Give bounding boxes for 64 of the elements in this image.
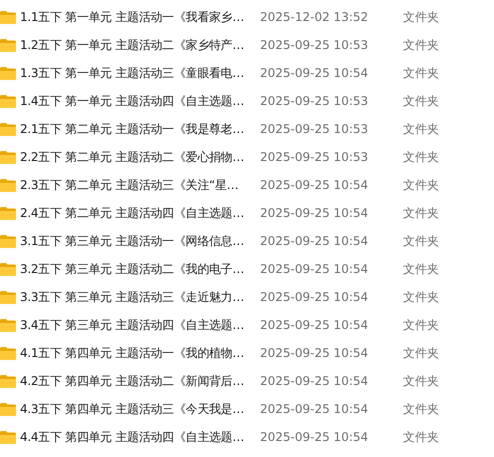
folder-icon — [0, 206, 16, 220]
folder-icon — [0, 346, 16, 360]
file-type: 文件夹 — [403, 204, 440, 222]
modified-date: 2025-09-25 10:54 — [260, 346, 370, 360]
folder-name[interactable]: 3.4五下 第三单元 主题活动四《自主选题… — [20, 316, 260, 334]
modified-date: 2025-09-25 10:54 — [260, 290, 370, 304]
file-type: 文件夹 — [403, 288, 440, 306]
file-type: 文件夹 — [403, 428, 440, 446]
file-type: 文件夹 — [403, 232, 440, 250]
folder-name[interactable]: 3.2五下 第三单元 主题活动二《我的电子… — [20, 260, 260, 278]
modified-date: 2025-09-25 10:54 — [260, 262, 370, 276]
file-type: 文件夹 — [403, 344, 440, 362]
file-type: 文件夹 — [403, 400, 440, 418]
file-type: 文件夹 — [403, 260, 440, 278]
folder-name[interactable]: 1.4五下 第一单元 主题活动四《自主选题… — [20, 92, 260, 110]
folder-name[interactable]: 1.3五下 第一单元 主题活动三《童眼看电… — [20, 64, 260, 82]
modified-date: 2025-09-25 10:54 — [260, 430, 370, 444]
file-type: 文件夹 — [403, 120, 440, 138]
folder-icon — [0, 430, 16, 444]
modified-date: 2025-09-25 10:54 — [260, 178, 370, 192]
folder-name[interactable]: 4.1五下 第四单元 主题活动一《我的植物… — [20, 344, 260, 362]
folder-icon — [0, 38, 16, 52]
modified-date: 2025-09-25 10:54 — [260, 402, 370, 416]
folder-name[interactable]: 4.4五下 第四单元 主题活动四《自主选题… — [20, 428, 260, 446]
file-type: 文件夹 — [403, 176, 440, 194]
folder-icon — [0, 10, 16, 24]
folder-icon — [0, 402, 16, 416]
file-type: 文件夹 — [403, 148, 440, 166]
folder-icon — [0, 374, 16, 388]
modified-date: 2025-09-25 10:54 — [260, 66, 370, 80]
folder-icon — [0, 94, 16, 108]
file-type: 文件夹 — [403, 92, 440, 110]
modified-date: 2025-09-25 10:53 — [260, 150, 370, 164]
folder-name[interactable]: 4.2五下 第四单元 主题活动二《新闻背后… — [20, 372, 260, 390]
folder-name[interactable]: 1.2五下 第一单元 主题活动二《家乡特产… — [20, 36, 260, 54]
modified-date: 2025-09-25 10:53 — [260, 94, 370, 108]
folder-name[interactable]: 3.1五下 第三单元 主题活动一《网络信息… — [20, 232, 260, 250]
folder-name[interactable]: 2.4五下 第二单元 主题活动四《自主选题… — [20, 204, 260, 222]
folder-name[interactable]: 4.3五下 第四单元 主题活动三《今天我是… — [20, 400, 260, 418]
folder-icon — [0, 262, 16, 276]
file-type: 文件夹 — [403, 36, 440, 54]
modified-date: 2025-09-25 10:54 — [260, 318, 370, 332]
modified-date: 2025-09-25 10:53 — [260, 38, 370, 52]
modified-date: 2025-09-25 10:54 — [260, 206, 370, 220]
modified-date: 2025-09-25 10:53 — [260, 122, 370, 136]
folder-icon — [0, 66, 16, 80]
file-type: 文件夹 — [403, 64, 440, 82]
folder-name[interactable]: 2.3五下 第二单元 主题活动三《关注“星… — [20, 176, 260, 194]
folder-icon — [0, 178, 16, 192]
folder-name[interactable]: 3.3五下 第三单元 主题活动三《走近魅力… — [20, 288, 260, 306]
folder-name[interactable]: 2.2五下 第二单元 主题活动二《爱心捐物… — [20, 148, 260, 166]
folder-name[interactable]: 2.1五下 第二单元 主题活动一《我是尊老… — [20, 120, 260, 138]
modified-date: 2025-09-25 10:54 — [260, 374, 370, 388]
file-type: 文件夹 — [403, 316, 440, 334]
folder-icon — [0, 122, 16, 136]
file-type: 文件夹 — [403, 8, 440, 26]
folder-icon — [0, 290, 16, 304]
folder-icon — [0, 234, 16, 248]
folder-icon — [0, 318, 16, 332]
folder-icon — [0, 150, 16, 164]
folder-name[interactable]: 1.1五下 第一单元 主题活动一《我看家乡… — [20, 8, 260, 26]
modified-date: 2025-12-02 13:52 — [260, 10, 370, 24]
modified-date: 2025-09-25 10:54 — [260, 234, 370, 248]
file-type: 文件夹 — [403, 372, 440, 390]
